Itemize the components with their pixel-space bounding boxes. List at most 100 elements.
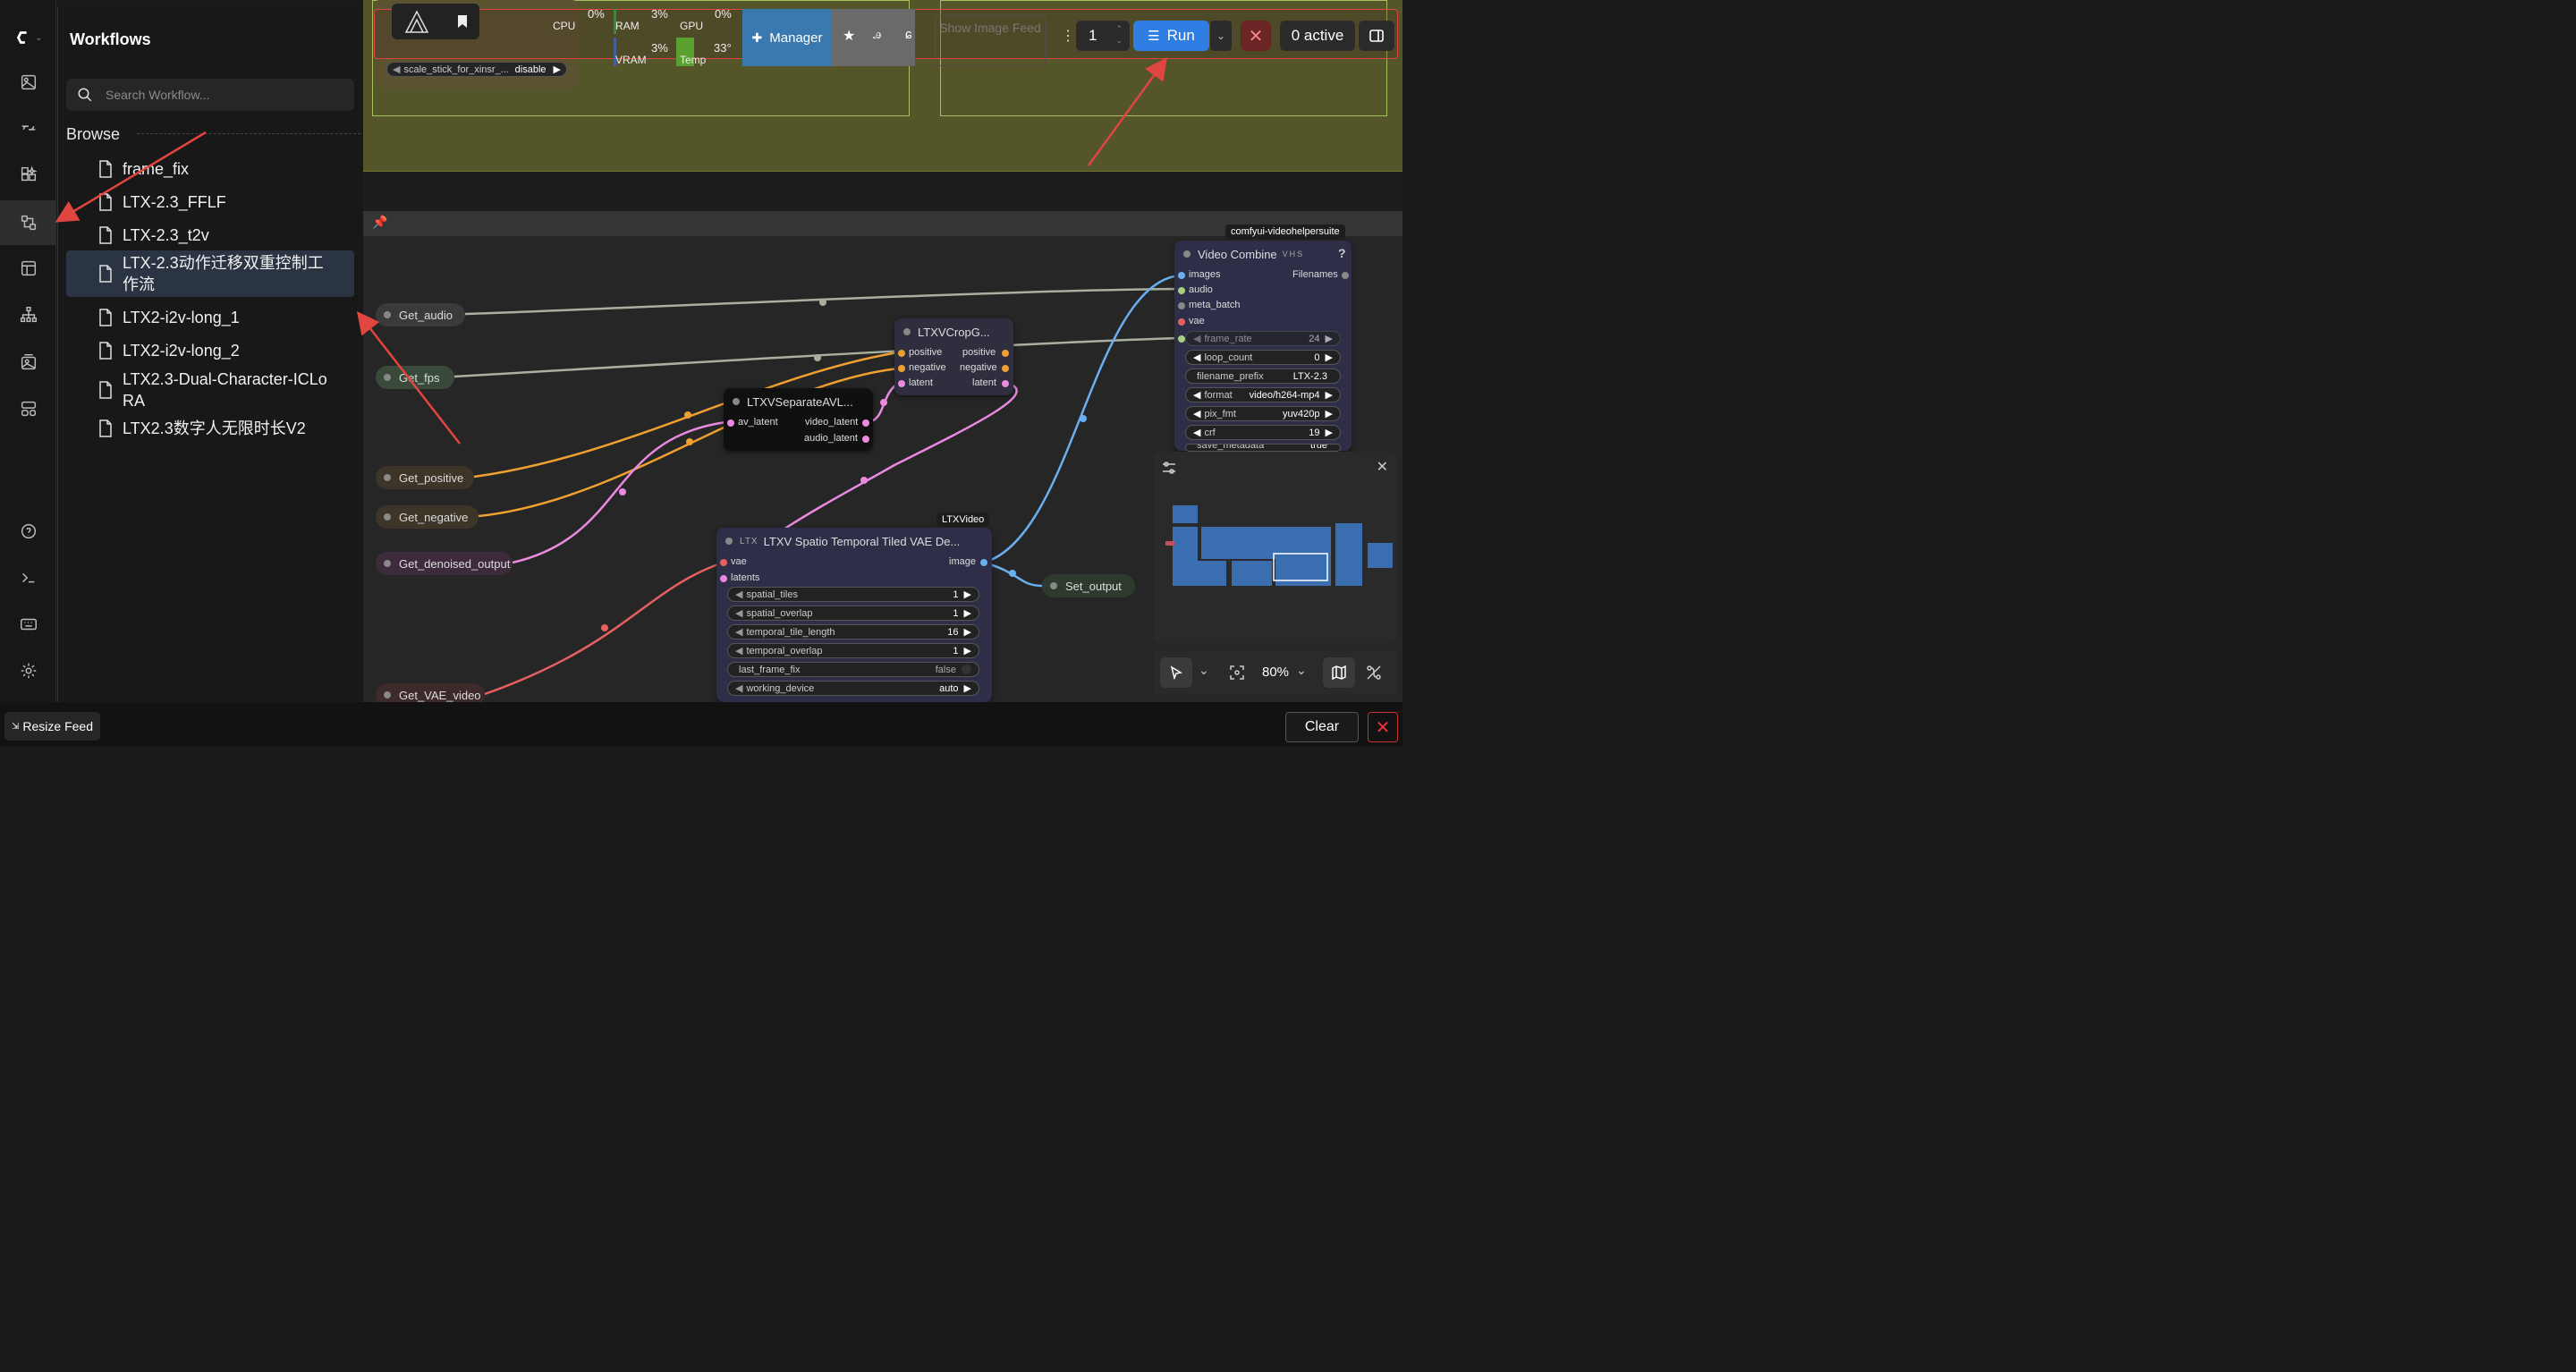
file-icon [99, 419, 112, 437]
set-output-node[interactable]: Set_output [1042, 574, 1135, 597]
resize-feed-button[interactable]: ⇲ Resize Feed [4, 712, 100, 741]
show-image-feed-button[interactable]: Show Image Feed [935, 15, 1046, 66]
output-slot-dot[interactable] [1002, 380, 1009, 387]
workflow-item[interactable]: LTX-2.3_FFLF [66, 189, 354, 216]
ltxv-separate-node[interactable]: LTXVSeparateAVL... av_latent video_laten… [724, 388, 873, 451]
input-slot-dot[interactable] [1178, 302, 1185, 309]
input-slot-dot[interactable] [720, 559, 727, 566]
get-audio-node[interactable]: Get_audio [376, 303, 465, 326]
star-icon[interactable]: ★ [843, 27, 855, 45]
widget-spatial-tiles[interactable]: ◀ spatial_tiles 1 ▶ [727, 587, 979, 602]
pin-icon[interactable]: 📌 [372, 215, 387, 230]
widget-loop-count[interactable]: ◀ loop_count 0 ▶ [1185, 350, 1341, 365]
chevron-down-icon[interactable]: ⌄ [1296, 663, 1307, 678]
widget-working-device[interactable]: ◀ working_device auto ▶ [727, 681, 979, 696]
fit-view-icon[interactable] [1230, 665, 1244, 680]
translate-icon[interactable]: ꭿ [873, 27, 881, 42]
run-button[interactable]: ☰ Run [1133, 21, 1209, 51]
clear-button[interactable]: Clear [1285, 712, 1359, 742]
input-slot-dot[interactable] [1178, 318, 1185, 326]
help-icon[interactable] [0, 509, 56, 554]
input-slot-dot[interactable] [898, 365, 905, 372]
node-label: Get_fps [399, 370, 440, 385]
ltxv-crop-node[interactable]: LTXVCropG... positive negative latent po… [894, 318, 1013, 395]
batch-count-input[interactable]: 1 ⌃ ⌄ [1076, 21, 1130, 51]
get-positive-node[interactable]: Get_positive [376, 466, 474, 489]
output-slot-dot[interactable] [980, 559, 987, 566]
input-slot-dot[interactable] [898, 350, 905, 357]
stepper-icon[interactable]: ⌃ ⌄ [1115, 23, 1123, 47]
input-slot-dot[interactable] [720, 575, 727, 582]
close-icon[interactable]: ✕ [1377, 458, 1388, 476]
output-slot-dot[interactable] [1002, 350, 1009, 357]
minimap-panel[interactable]: ✕ [1153, 452, 1397, 643]
close-feed-button[interactable]: ✕ [1368, 712, 1398, 742]
run-options-dropdown[interactable]: ⌄ [1210, 21, 1232, 51]
scale-stick-widget[interactable]: ◀ scale_stick_for_xinsr_... disable ▶ [386, 62, 567, 77]
node-library-icon[interactable] [0, 292, 56, 337]
stop-button[interactable]: ✕ [1241, 21, 1271, 51]
zoom-level[interactable]: 80% [1262, 665, 1289, 680]
terminal-icon[interactable] [0, 555, 56, 600]
workflows-icon[interactable] [0, 200, 56, 245]
templates-icon[interactable] [0, 246, 56, 291]
widget-filename-prefix[interactable]: filename_prefix LTX-2.3 [1185, 368, 1341, 384]
gallery-icon[interactable] [0, 340, 56, 385]
logo-icon[interactable]: ⌄ [0, 15, 56, 60]
active-jobs-button[interactable]: 0 active [1280, 21, 1355, 51]
nodes-icon[interactable] [0, 106, 56, 150]
get-denoised-output-node[interactable]: Get_denoised_output [376, 552, 513, 575]
widget-value: 16 [947, 626, 959, 638]
workflow-item[interactable]: LTX-2.3_t2v [66, 222, 354, 249]
widget-format[interactable]: ◀ format video/h264-mp4 ▶ [1185, 387, 1341, 402]
workflow-item-selected[interactable]: LTX-2.3动作迁移双重控制工 作流 [66, 250, 354, 297]
settings-icon[interactable] [0, 648, 56, 693]
widget-temporal-tile-length[interactable]: ◀ temporal_tile_length 16 ▶ [727, 624, 979, 639]
input-slot-dot[interactable] [1178, 335, 1185, 343]
widget-crf[interactable]: ◀ crf 19 ▶ [1185, 425, 1341, 440]
input-slot-dot[interactable] [898, 380, 905, 387]
widget-spatial-overlap[interactable]: ◀ spatial_overlap 1 ▶ [727, 606, 979, 621]
widget-frame-rate[interactable]: ◀ frame_rate 24 ▶ [1185, 331, 1341, 346]
layout-icon[interactable] [0, 386, 56, 431]
input-slot-dot[interactable] [1178, 287, 1185, 294]
input-slot-dot[interactable] [727, 419, 734, 427]
chevron-down-icon[interactable]: ⌄ [1199, 663, 1209, 678]
keyboard-icon[interactable] [0, 602, 56, 647]
input-slot: vae [1189, 316, 1205, 326]
widget-last-frame-fix[interactable]: last_frame_fix false [727, 662, 979, 677]
workflow-item[interactable]: LTX2-i2v-long_2 [66, 337, 354, 364]
get-fps-node[interactable]: Get_fps [376, 366, 454, 389]
toggle-panel-button[interactable] [1359, 21, 1394, 51]
ltxv-vae-decode-node[interactable]: LTX LTXV Spatio Temporal Tiled VAE De... … [716, 528, 992, 702]
output-slot-dot[interactable] [862, 436, 869, 443]
ram-label: RAM [615, 20, 640, 32]
workflow-search-input[interactable] [106, 88, 329, 102]
workflow-item[interactable]: frame_fix [66, 156, 354, 182]
minimap-toggle-button[interactable] [1323, 657, 1355, 688]
workflow-item[interactable]: LTX2.3数字人无限时长V2 [66, 415, 354, 442]
workflow-item[interactable]: LTX2-i2v-long_1 [66, 304, 354, 331]
output-slot-dot[interactable] [1342, 272, 1349, 279]
models-icon[interactable] [0, 152, 56, 197]
fork-icon[interactable]: ɕ [905, 27, 912, 42]
widget-save-metadata[interactable]: save_metadata true [1185, 444, 1341, 452]
settings-sliders-icon[interactable] [1161, 460, 1177, 476]
node-source-badge: comfyui-videohelpersuite [1225, 224, 1345, 239]
widget-pix-fmt[interactable]: ◀ pix_fmt yuv420p ▶ [1185, 406, 1341, 421]
manager-button[interactable]: ✚ Manager [742, 9, 832, 66]
output-slot-dot[interactable] [1002, 365, 1009, 372]
help-icon[interactable]: ? [1338, 246, 1346, 260]
widget-temporal-overlap[interactable]: ◀ temporal_overlap 1 ▶ [727, 643, 979, 658]
workflow-item[interactable]: LTX2.3-Dual-Character-ICLo RA [66, 367, 354, 413]
hide-links-icon[interactable] [1366, 665, 1382, 681]
get-negative-node[interactable]: Get_negative [376, 505, 479, 529]
input-slot-dot[interactable] [1178, 272, 1185, 279]
select-tool-button[interactable] [1160, 657, 1192, 688]
video-combine-node[interactable]: Video Combine VHS ? images audio meta_bat… [1174, 241, 1352, 452]
images-icon[interactable] [0, 60, 56, 105]
comfyui-app: ⌄ Workflows Browse frame_fix LTX-2.3_FFL… [0, 0, 1402, 747]
bookmark-icon[interactable] [456, 14, 469, 29]
output-slot-dot[interactable] [862, 419, 869, 427]
workflow-search-box[interactable] [66, 79, 354, 111]
